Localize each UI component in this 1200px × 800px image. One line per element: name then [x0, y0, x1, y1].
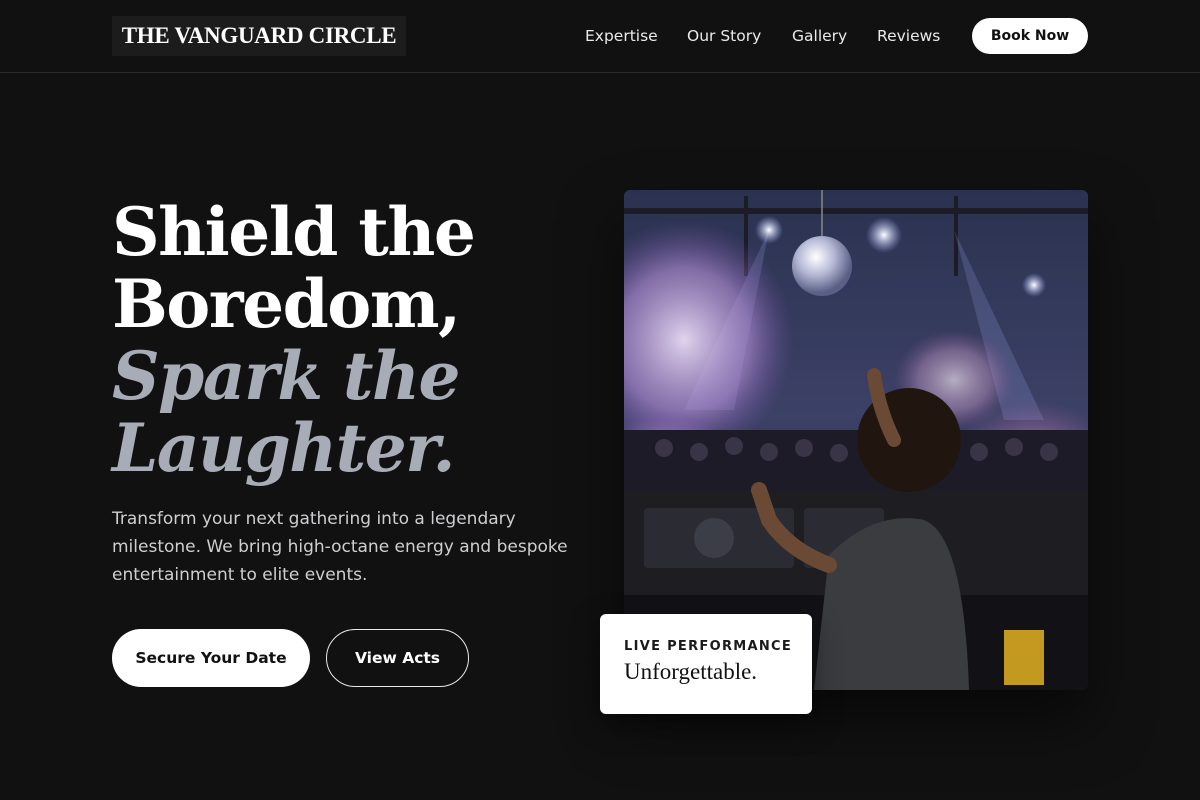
secure-your-date-button[interactable]: Secure Your Date — [112, 629, 310, 687]
hero-description: Transform your next gathering into a leg… — [112, 509, 568, 585]
headline-line-1: Shield the — [112, 193, 476, 271]
headline-line-2: Boredom, — [112, 265, 461, 343]
nav-link-expertise[interactable]: Expertise — [585, 0, 658, 72]
headline-line-4: Laughter. — [112, 409, 455, 487]
nav-link-gallery[interactable]: Gallery — [792, 0, 847, 72]
badge-title: Unforgettable. — [624, 659, 758, 684]
live-performance-badge: LIVE PERFORMANCE Unforgettable. — [600, 614, 812, 714]
badge-eyebrow: LIVE PERFORMANCE — [624, 639, 793, 654]
site-header: THE VANGUARD CIRCLE Expertise Our Story … — [0, 0, 1200, 73]
headline-line-3: Spark the — [112, 337, 461, 415]
view-acts-button[interactable]: View Acts — [326, 629, 469, 687]
logo[interactable]: THE VANGUARD CIRCLE — [112, 16, 406, 56]
logo-text: THE VANGUARD CIRCLE — [121, 23, 397, 48]
nav-link-reviews[interactable]: Reviews — [877, 0, 940, 72]
book-now-button[interactable]: Book Now — [972, 18, 1088, 54]
hero-headline: Shield the Boredom, Spark the Laughter. — [112, 193, 476, 487]
nav-link-our-story[interactable]: Our Story — [687, 0, 761, 72]
